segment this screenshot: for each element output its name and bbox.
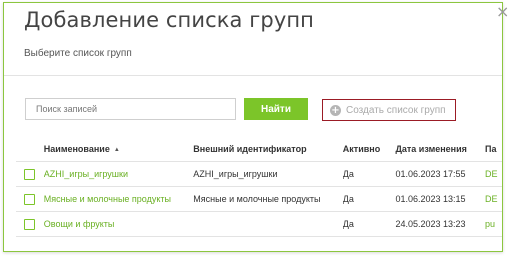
row-extra-text: DE bbox=[485, 194, 498, 204]
row-name-link[interactable]: Мясные и молочные продукты bbox=[44, 194, 171, 204]
create-group-list-label: Создать список групп bbox=[346, 104, 446, 116]
row-select-cell bbox=[16, 211, 44, 237]
row-select-cell bbox=[16, 186, 44, 212]
find-button[interactable]: Найти bbox=[244, 98, 308, 120]
close-icon[interactable]: × bbox=[496, 2, 508, 21]
row-modified: 01.06.2023 13:15 bbox=[395, 186, 486, 212]
column-header-name-label: Наименование bbox=[43, 144, 110, 154]
row-external-id: AZHI_игры_игрушки bbox=[193, 161, 343, 187]
divider bbox=[4, 75, 502, 76]
column-header-name[interactable]: Наименование ▲ bbox=[43, 137, 194, 162]
add-group-list-dialog: Добавление списка групп × Выберите списо… bbox=[3, 2, 508, 252]
table-row[interactable]: Мясные и молочные продукты Мясные и моло… bbox=[16, 186, 502, 212]
create-group-list-button[interactable]: + Создать список групп bbox=[322, 99, 456, 121]
row-external-id: Мясные и молочные продукты bbox=[193, 186, 343, 212]
row-active: Да bbox=[342, 161, 396, 187]
table-row[interactable]: Овощи и фрукты Да 24.05.2023 13:23 pu bbox=[16, 211, 502, 237]
plus-circle-icon: + bbox=[330, 104, 341, 116]
sort-ascending-icon: ▲ bbox=[113, 146, 120, 153]
row-extra-text: pu bbox=[485, 219, 496, 229]
column-header-active[interactable]: Активно bbox=[342, 137, 396, 162]
table-header-row: Наименование ▲ Внешний идентификатор Акти… bbox=[16, 137, 502, 162]
row-extra: DE bbox=[485, 186, 502, 212]
row-checkbox[interactable] bbox=[24, 218, 35, 230]
row-external-id bbox=[193, 211, 343, 237]
column-header-extra[interactable]: Па bbox=[485, 137, 502, 162]
table-row[interactable]: AZHI_игры_игрушки AZHI_игры_игрушки Да 0… bbox=[16, 161, 502, 187]
row-name[interactable]: Овощи и фрукты bbox=[43, 211, 194, 237]
row-name[interactable]: Мясные и молочные продукты bbox=[43, 186, 194, 212]
dialog-subtitle: Выберите список групп bbox=[24, 48, 132, 59]
group-list-table: Наименование ▲ Внешний идентификатор Акти… bbox=[16, 137, 502, 237]
row-extra: pu bbox=[485, 211, 502, 237]
header-select-cell bbox=[16, 137, 44, 162]
row-extra-text: DE bbox=[485, 169, 498, 179]
row-modified: 24.05.2023 13:23 bbox=[395, 211, 486, 237]
row-active: Да bbox=[342, 211, 396, 237]
row-name[interactable]: AZHI_игры_игрушки bbox=[43, 161, 194, 187]
row-checkbox[interactable] bbox=[24, 193, 35, 205]
column-header-modified[interactable]: Дата изменения bbox=[395, 137, 486, 162]
row-extra: DE bbox=[485, 161, 502, 187]
row-name-link[interactable]: AZHI_игры_игрушки bbox=[44, 169, 128, 179]
row-active: Да bbox=[342, 186, 396, 212]
row-select-cell bbox=[16, 161, 44, 187]
search-input[interactable] bbox=[25, 98, 236, 120]
column-header-external-id[interactable]: Внешний идентификатор bbox=[193, 137, 343, 162]
row-checkbox[interactable] bbox=[24, 168, 35, 180]
row-name-link[interactable]: Овощи и фрукты bbox=[44, 219, 115, 229]
dialog-title: Добавление списка групп bbox=[24, 8, 315, 32]
row-modified: 01.06.2023 17:55 bbox=[395, 161, 486, 187]
